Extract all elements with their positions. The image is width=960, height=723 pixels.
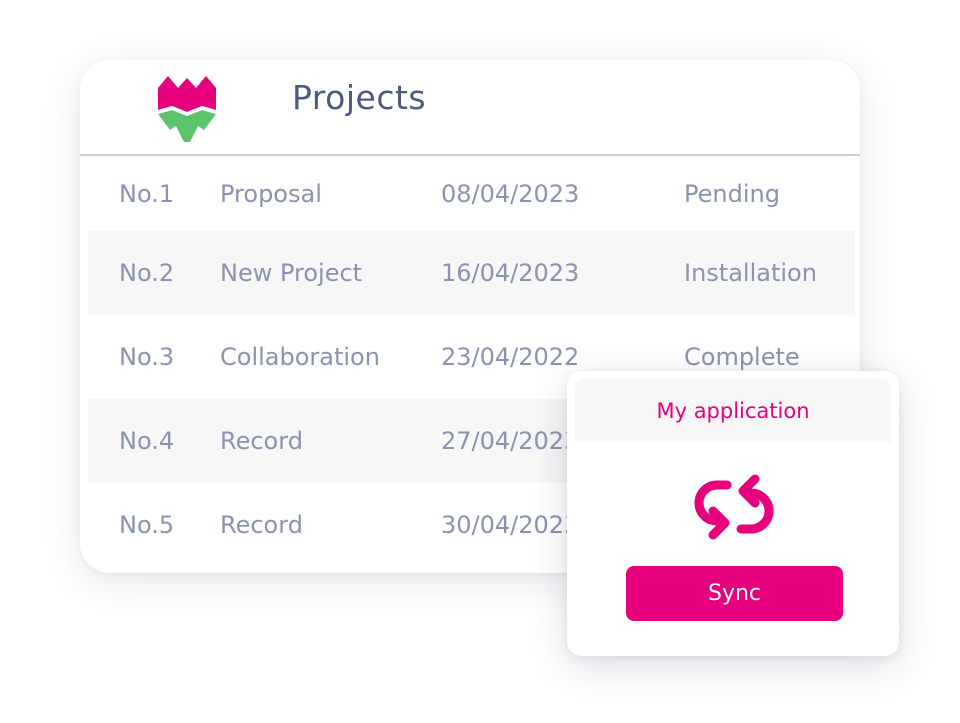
project-status: Complete [684, 343, 800, 371]
row-number: No.1 [119, 179, 175, 208]
table-row[interactable]: No.1 Proposal 08/04/2023 Pending [80, 156, 860, 231]
row-number: No.2 [119, 259, 175, 287]
my-application-popup: My application Sync [567, 371, 899, 656]
popup-header: My application [575, 379, 891, 442]
project-date: 27/04/2023 [441, 427, 580, 455]
row-number: No.3 [119, 343, 175, 371]
project-name: Record [220, 427, 303, 455]
project-name: Collaboration [220, 343, 380, 371]
popup-title: My application [656, 398, 810, 423]
project-date: 08/04/2023 [441, 179, 580, 208]
sync-arrows-icon [694, 474, 774, 540]
project-date: 16/04/2023 [441, 259, 580, 287]
project-name: New Project [220, 259, 363, 287]
table-row[interactable]: No.2 New Project 16/04/2023 Installation [88, 231, 855, 315]
project-status: Pending [684, 179, 780, 208]
projects-header: Projects [80, 60, 860, 156]
brand-mountain-logo-icon [158, 76, 216, 142]
project-status: Installation [684, 259, 817, 287]
project-date: 30/04/2023 [441, 511, 580, 539]
row-number: No.4 [119, 427, 175, 455]
project-date: 23/04/2022 [441, 343, 580, 371]
page-title: Projects [292, 78, 427, 117]
stage: Projects No.1 Proposal 08/04/2023 Pendin… [0, 0, 960, 723]
row-number: No.5 [119, 511, 175, 539]
project-name: Record [220, 511, 303, 539]
project-name: Proposal [220, 179, 322, 208]
sync-button[interactable]: Sync [626, 566, 843, 621]
